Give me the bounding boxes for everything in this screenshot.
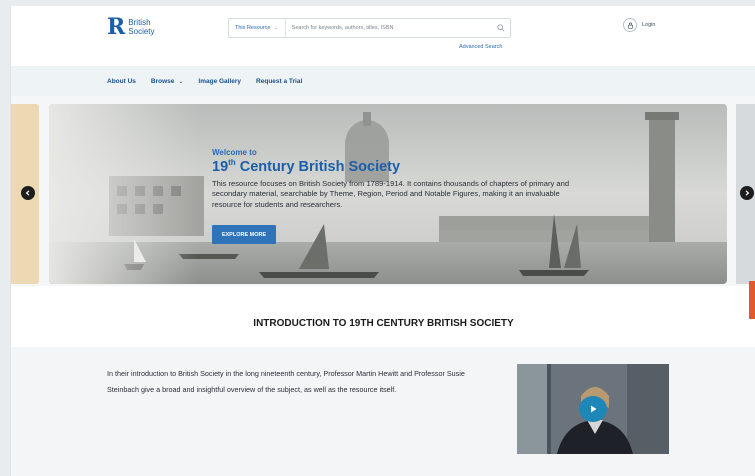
main-nav: About Us Browse ⌄ Image Gallery Request a…	[11, 66, 755, 96]
hero-title-ordinal: th	[228, 158, 236, 167]
nav-request-trial[interactable]: Request a Trial	[256, 78, 302, 85]
intro-heading: INTRODUCTION TO 19TH CENTURY BRITISH SOC…	[253, 318, 514, 329]
login-button[interactable]: Login	[623, 18, 655, 32]
nav-image-gallery[interactable]: Image Gallery	[198, 78, 241, 85]
search-scope-label: This Resource	[235, 25, 271, 31]
nav-request-trial-label: Request a Trial	[256, 77, 303, 85]
chevron-down-icon: ⌄	[178, 78, 184, 85]
login-label: Login	[642, 22, 656, 28]
hero-pre-title: Welcome to	[212, 148, 257, 157]
hero-description: This resource focuses on British Society…	[212, 178, 570, 209]
chevron-right-icon	[745, 190, 750, 196]
hero-text: Welcome to 19th Century British Society …	[212, 148, 572, 210]
logo-text: British Society	[128, 18, 154, 36]
hero-title: 19th Century British Society	[212, 158, 572, 175]
explore-more-button[interactable]: EXPLORE MORE	[212, 225, 276, 244]
nav-about-us[interactable]: About Us	[107, 78, 136, 85]
search-icon[interactable]	[492, 19, 510, 37]
intro-text: In their introduction to British Society…	[107, 369, 465, 394]
advanced-search-link[interactable]: Advanced Search	[459, 44, 502, 50]
page: R British Society This Resource ⌄ Advanc…	[10, 6, 755, 476]
search-scope-select[interactable]: This Resource ⌄	[229, 19, 286, 37]
header: R British Society This Resource ⌄ Advanc…	[11, 6, 755, 66]
chevron-left-icon	[25, 190, 30, 196]
logo-mark-icon: R	[107, 14, 126, 40]
chevron-down-icon: ⌄	[273, 25, 278, 31]
video-play-button[interactable]	[579, 396, 607, 422]
nav-browse-label: Browse	[150, 77, 175, 85]
logo[interactable]: R British Society	[107, 16, 155, 38]
search-input[interactable]	[285, 25, 492, 31]
search-bar: This Resource ⌄	[228, 18, 511, 38]
logo-line-2: Society	[128, 27, 155, 36]
feedback-tab[interactable]	[749, 281, 755, 319]
hero-title-rest: Century British Society	[235, 158, 401, 175]
play-icon	[591, 405, 597, 413]
nav-image-gallery-label: Image Gallery	[198, 77, 242, 85]
logo-line-1: British	[128, 18, 151, 27]
nav-browse[interactable]: Browse ⌄	[151, 78, 184, 85]
hero-title-number: 19	[212, 158, 229, 175]
carousel-next-button[interactable]	[740, 186, 754, 200]
nav-about-us-label: About Us	[107, 77, 136, 85]
carousel-prev-button[interactable]	[21, 186, 35, 200]
user-icon	[623, 18, 637, 32]
